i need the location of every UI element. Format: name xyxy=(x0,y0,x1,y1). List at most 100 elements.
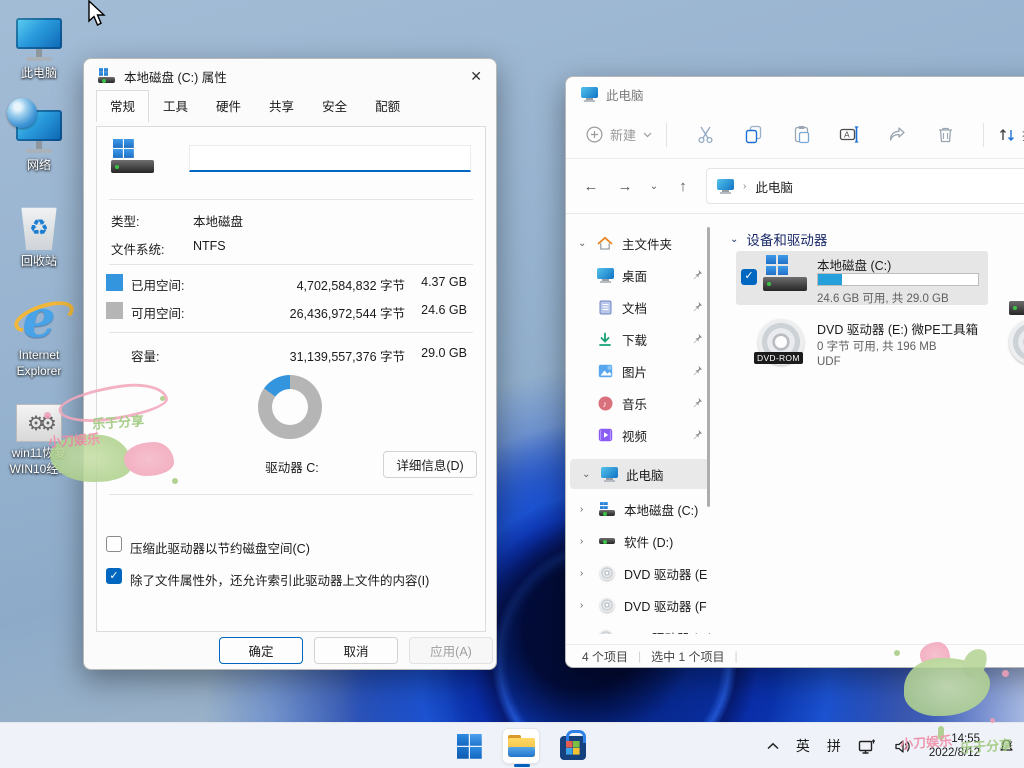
sort-button[interactable]: 排序 xyxy=(998,125,1024,144)
recycle-bin-icon: ♻ xyxy=(19,206,59,250)
expand-chevron[interactable]: › xyxy=(580,504,598,515)
share-button[interactable] xyxy=(873,125,921,144)
dvd-icon xyxy=(600,598,614,612)
dvd-disc-icon-partial[interactable] xyxy=(1009,319,1024,365)
content-pane: ⌄ 设备和驱动器 ✓ 本地磁盘 (C:) 24.6 GB 可用, 共 29.0 … xyxy=(716,215,1024,644)
drive-item-c[interactable]: ✓ 本地磁盘 (C:) 24.6 GB 可用, 共 29.0 GB xyxy=(736,251,988,305)
mouse-cursor xyxy=(87,0,109,28)
address-bar[interactable]: › 此电脑 xyxy=(706,168,1024,204)
sidebar-item-videos[interactable]: 视频 xyxy=(566,419,713,451)
desktop-icon-label: Explorer xyxy=(2,363,76,379)
rename-button[interactable]: A xyxy=(825,125,873,144)
desktop-icon-network[interactable]: 网络 xyxy=(2,102,76,173)
sidebar-item-this-pc[interactable]: ⌄ 此电脑 xyxy=(570,459,709,489)
tab-tools[interactable]: 工具 xyxy=(149,90,202,121)
paste-icon xyxy=(792,125,811,144)
svg-text:♪: ♪ xyxy=(602,399,607,409)
sidebar-item-dvd-e[interactable]: › DVD 驱动器 (E xyxy=(566,557,713,589)
back-button[interactable]: ← xyxy=(574,178,608,195)
taskbar-microsoft-store[interactable] xyxy=(554,728,592,764)
tab-hardware[interactable]: 硬件 xyxy=(202,90,255,121)
forward-button[interactable]: → xyxy=(608,178,642,195)
expand-chevron[interactable]: › xyxy=(580,536,598,547)
index-checkbox[interactable]: ✓ xyxy=(106,568,122,584)
sidebar-item-pictures[interactable]: 图片 xyxy=(566,355,713,387)
sidebar-item-desktop[interactable]: 桌面 xyxy=(566,259,713,291)
desktop-icon-this-pc[interactable]: 此电脑 xyxy=(2,10,76,81)
desktop-icon-label: 回收站 xyxy=(2,253,76,269)
sidebar-scrollbar[interactable] xyxy=(707,227,710,507)
network-icon[interactable] xyxy=(858,738,877,755)
dvd-rom-label: DVD-ROM xyxy=(754,352,803,364)
new-button[interactable]: 新建 xyxy=(586,125,652,144)
expand-chevron[interactable]: › xyxy=(580,600,598,611)
compress-checkbox[interactable] xyxy=(106,536,122,552)
taskbar-file-explorer[interactable] xyxy=(502,728,540,764)
explorer-titlebar[interactable]: 此电脑 xyxy=(566,77,1024,111)
tab-sharing[interactable]: 共享 xyxy=(255,90,308,121)
plus-circle-icon xyxy=(586,126,603,143)
sidebar-item-home[interactable]: ⌄ 主文件夹 xyxy=(566,227,713,259)
paste-button[interactable] xyxy=(777,125,825,144)
pin-icon xyxy=(692,269,703,280)
desktop-icon-label: win11恢复 xyxy=(2,445,76,461)
recent-locations-chevron[interactable]: ⌄ xyxy=(642,181,666,192)
tab-quota[interactable]: 配额 xyxy=(361,90,414,121)
sidebar-item-downloads[interactable]: 下载 xyxy=(566,323,713,355)
dvd-disc-icon: DVD-ROM xyxy=(758,319,804,365)
close-icon[interactable]: ✕ xyxy=(452,68,482,85)
drive-d-icon-partial[interactable] xyxy=(1009,259,1024,305)
ok-button[interactable]: 确定 xyxy=(219,637,303,664)
cut-button[interactable] xyxy=(681,125,729,144)
selection-checkbox[interactable]: ✓ xyxy=(741,269,757,285)
sidebar-item-drive-c[interactable]: › 本地磁盘 (C:) xyxy=(566,493,713,525)
breadcrumb[interactable]: 此电脑 xyxy=(755,177,793,196)
index-checkbox-label: 除了文件属性外，还允许索引此驱动器上文件的内容(I) xyxy=(130,570,429,589)
sidebar-item-music[interactable]: ♪ 音乐 xyxy=(566,387,713,419)
status-bar: 4 个项目 | 选中 1 个项目 | xyxy=(566,644,1024,667)
sidebar-item-dvd-f[interactable]: › DVD 驱动器 (F xyxy=(566,589,713,621)
cancel-button[interactable]: 取消 xyxy=(314,637,398,664)
desktop-icon-label: WIN10经... xyxy=(2,461,76,477)
desktop-icon-internet-explorer[interactable]: e Internet Explorer xyxy=(2,286,76,379)
delete-button[interactable] xyxy=(921,125,969,144)
rename-icon: A xyxy=(839,125,859,144)
ime-mode-indicator[interactable]: 拼 xyxy=(827,736,841,756)
used-space-swatch xyxy=(106,274,123,291)
clock[interactable]: 14:55 2022/8/12 xyxy=(929,732,980,760)
tab-general[interactable]: 常规 xyxy=(96,90,149,122)
home-icon xyxy=(597,236,613,251)
section-devices-and-drives[interactable]: ⌄ 设备和驱动器 xyxy=(730,229,1024,249)
expand-chevron[interactable]: › xyxy=(580,568,598,579)
desktop-icon-recycle-bin[interactable]: ♻ 回收站 xyxy=(2,198,76,269)
notification-bell-icon[interactable]: z xyxy=(997,737,1016,755)
dialog-titlebar[interactable]: 本地磁盘 (C:) 属性 ✕ xyxy=(84,59,496,93)
drive-c-icon xyxy=(599,502,616,516)
up-button[interactable]: ↑ xyxy=(666,178,700,195)
item-count: 4 个项目 xyxy=(582,648,628,665)
tray-time: 14:55 xyxy=(929,732,980,746)
sidebar-item-documents[interactable]: 文档 xyxy=(566,291,713,323)
drive-item-dvd-e[interactable]: DVD-ROM DVD 驱动器 (E:) 微PE工具箱 0 字节 可用, 共 1… xyxy=(736,317,996,377)
navigation-pane: ⌄ 主文件夹 桌面 文档 下载 图片 ♪ 音乐 xyxy=(566,215,713,644)
details-button[interactable]: 详细信息(D) xyxy=(383,451,477,478)
apply-button[interactable]: 应用(A) xyxy=(409,637,493,664)
collapse-chevron-icon: ⌄ xyxy=(730,234,738,245)
tab-security[interactable]: 安全 xyxy=(308,90,361,121)
desktop-icon-win11-restore[interactable]: ⚙⚙ win11恢复 WIN10经... xyxy=(2,398,76,477)
usage-bar xyxy=(817,273,979,286)
command-bar: 新建 A 排序 xyxy=(566,111,1024,159)
drive-name: 本地磁盘 (C:) xyxy=(817,255,891,274)
this-pc-icon xyxy=(581,87,598,101)
copy-button[interactable] xyxy=(729,125,777,144)
desktop-icon-label: 网络 xyxy=(2,157,76,173)
hidden-icons-chevron[interactable] xyxy=(767,742,779,750)
start-button[interactable] xyxy=(450,728,488,764)
ime-language-indicator[interactable]: 英 xyxy=(796,736,810,756)
pin-icon xyxy=(692,397,703,408)
sidebar-item-drive-d[interactable]: › 软件 (D:) xyxy=(566,525,713,557)
volume-label-input[interactable] xyxy=(189,145,471,172)
document-icon xyxy=(599,300,612,315)
selected-count: 选中 1 个项目 xyxy=(651,648,724,665)
volume-icon[interactable] xyxy=(894,739,912,754)
